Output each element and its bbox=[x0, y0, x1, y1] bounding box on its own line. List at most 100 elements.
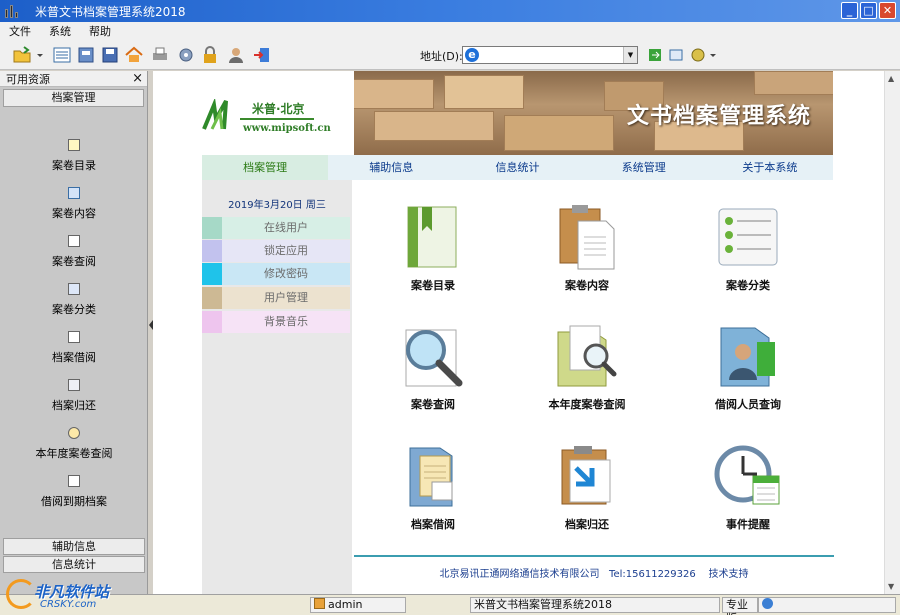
list-view-icon[interactable] bbox=[52, 45, 72, 65]
panel-close-icon[interactable]: × bbox=[132, 71, 143, 86]
resource-item-archive-return[interactable]: 档案归还 bbox=[0, 379, 148, 413]
resource-item-label: 案卷分类 bbox=[52, 303, 96, 316]
grid-item-label: 档案归还 bbox=[565, 518, 609, 531]
title-bar: 米普文书档案管理系统2018 _ □ ✕ bbox=[0, 0, 900, 22]
green-book-icon bbox=[407, 206, 457, 268]
archive-icon[interactable] bbox=[76, 45, 96, 65]
section-statistics[interactable]: 信息统计 bbox=[3, 556, 145, 573]
grid-item-label: 案卷查阅 bbox=[411, 398, 455, 411]
resource-item-case-category[interactable]: 案卷分类 bbox=[0, 283, 148, 317]
menu-system[interactable]: 系统 bbox=[40, 23, 80, 39]
grid-item-label: 案卷目录 bbox=[411, 279, 455, 292]
refresh-icon[interactable] bbox=[668, 47, 684, 63]
footer-divider bbox=[354, 555, 834, 557]
print-icon[interactable] bbox=[150, 45, 170, 65]
side-item-lock-app[interactable]: 锁定应用 bbox=[202, 240, 350, 262]
section-archive-management[interactable]: 档案管理 bbox=[3, 89, 144, 107]
grid-item-archive-borrow[interactable]: 档案借阅 bbox=[378, 442, 488, 532]
section-aux-info[interactable]: 辅助信息 bbox=[3, 538, 145, 555]
maximize-button[interactable]: □ bbox=[860, 2, 877, 19]
go-icon[interactable] bbox=[648, 48, 662, 62]
close-button[interactable]: ✕ bbox=[879, 2, 896, 19]
folder-person-icon bbox=[720, 327, 775, 387]
top-nav: 档案管理 辅助信息 信息统计 系统管理 关于本系统 bbox=[202, 155, 833, 180]
nav-system-management[interactable]: 系统管理 bbox=[581, 155, 707, 180]
main-content: 米普·北京 www.mipsoft.cn 文书档案管理系统 档案管理 辅助信息 … bbox=[153, 71, 884, 594]
resource-item-label: 本年度案卷查阅 bbox=[35, 447, 113, 460]
user-icon[interactable] bbox=[226, 45, 246, 65]
clipboard-return-icon bbox=[561, 446, 611, 505]
side-item-label: 修改密码 bbox=[264, 267, 308, 280]
grid-item-label: 本年度案卷查阅 bbox=[548, 398, 626, 411]
checklist-icon bbox=[718, 208, 778, 266]
resource-item-label: 档案归还 bbox=[52, 399, 96, 412]
folder-borrow-icon bbox=[409, 447, 453, 507]
home-icon[interactable] bbox=[124, 45, 144, 65]
favorites-icon[interactable] bbox=[690, 47, 706, 63]
resource-item-case-catalog[interactable]: 案卷目录 bbox=[0, 139, 148, 173]
side-item-online-users[interactable]: 在线用户 bbox=[202, 217, 350, 239]
menu-help[interactable]: 帮助 bbox=[80, 23, 120, 39]
grid-item-case-lookup[interactable]: 案卷查阅 bbox=[378, 322, 488, 412]
grid-item-case-catalog[interactable]: 案卷目录 bbox=[378, 203, 488, 293]
side-item-label: 锁定应用 bbox=[264, 244, 308, 257]
content-scrollbar[interactable]: ▲ ▼ bbox=[884, 71, 900, 594]
grid-item-label: 案卷内容 bbox=[565, 279, 609, 292]
address-dropdown-icon[interactable]: ▼ bbox=[623, 47, 637, 63]
status-user: admin bbox=[310, 597, 406, 613]
folder-open-icon[interactable] bbox=[12, 45, 32, 65]
grid-item-case-content[interactable]: 案卷内容 bbox=[532, 203, 642, 293]
resource-panel-title: 可用资源 bbox=[6, 72, 50, 86]
resource-item-label: 借阅到期档案 bbox=[41, 495, 107, 508]
nav-archive-management[interactable]: 档案管理 bbox=[202, 155, 329, 180]
watermark-url: CRSKY.com bbox=[40, 599, 97, 610]
side-item-user-management[interactable]: 用户管理 bbox=[202, 287, 350, 309]
grid-item-event-reminder[interactable]: 事件提醒 bbox=[693, 442, 803, 532]
minimize-button[interactable]: _ bbox=[841, 2, 858, 19]
lock-icon[interactable] bbox=[200, 45, 220, 65]
save-icon[interactable] bbox=[100, 45, 120, 65]
grid-item-case-category[interactable]: 案卷分类 bbox=[693, 203, 803, 293]
menu-bar: 文件 系统 帮助 bbox=[0, 22, 900, 40]
scroll-down-icon[interactable]: ▼ bbox=[888, 582, 894, 591]
nav-about[interactable]: 关于本系统 bbox=[707, 155, 833, 180]
grid-item-label: 事件提醒 bbox=[726, 518, 770, 531]
address-input[interactable]: e ▼ bbox=[462, 46, 638, 64]
grid-item-year-lookup[interactable]: 本年度案卷查阅 bbox=[532, 322, 642, 412]
doc-due-icon bbox=[68, 475, 80, 487]
resource-item-case-lookup[interactable]: 案卷查阅 bbox=[0, 235, 148, 269]
grid-icon bbox=[68, 187, 80, 199]
clock-calendar-icon bbox=[714, 445, 780, 505]
watermark-logo: 非凡软件站 CRSKY.com bbox=[4, 573, 144, 613]
current-date: 2019年3月20日 周三 bbox=[228, 200, 326, 211]
resource-item-year-lookup[interactable]: 本年度案卷查阅 bbox=[0, 427, 148, 461]
resource-item-archive-borrow[interactable]: 档案借阅 bbox=[0, 331, 148, 365]
side-item-change-password[interactable]: 修改密码 bbox=[202, 263, 350, 285]
user-status-icon bbox=[314, 598, 325, 609]
nav-statistics[interactable]: 信息统计 bbox=[454, 155, 580, 180]
grid-item-archive-return[interactable]: 档案归还 bbox=[532, 442, 642, 532]
resource-list: 案卷目录 案卷内容 案卷查阅 案卷分类 档案借阅 档案归还 本年度案卷查阅 借阅… bbox=[0, 109, 148, 573]
side-item-chip bbox=[202, 263, 222, 285]
resource-item-due-archives[interactable]: 借阅到期档案 bbox=[0, 475, 148, 509]
doc-return-icon bbox=[68, 379, 80, 391]
clipboard-doc-icon bbox=[559, 205, 615, 270]
nav-aux-info[interactable]: 辅助信息 bbox=[328, 155, 454, 180]
status-user-name: admin bbox=[328, 598, 363, 611]
settings-icon[interactable] bbox=[176, 45, 196, 65]
scroll-up-icon[interactable]: ▲ bbox=[888, 74, 894, 83]
menu-file[interactable]: 文件 bbox=[0, 23, 40, 39]
grid-item-label: 案卷分类 bbox=[726, 279, 770, 292]
resource-item-label: 案卷内容 bbox=[52, 207, 96, 220]
doc-blue-icon bbox=[68, 283, 80, 295]
resource-item-case-content[interactable]: 案卷内容 bbox=[0, 187, 148, 221]
globe-icon bbox=[762, 598, 773, 609]
resource-item-label: 案卷查阅 bbox=[52, 255, 96, 268]
dropdown-arrow-icon[interactable] bbox=[36, 45, 44, 65]
company-logo: 米普·北京 www.mipsoft.cn bbox=[202, 71, 354, 155]
grid-item-borrower-lookup[interactable]: 借阅人员查询 bbox=[693, 322, 803, 412]
side-item-background-music[interactable]: 背景音乐 bbox=[202, 311, 350, 333]
favorites-dropdown-icon[interactable] bbox=[709, 45, 717, 65]
exit-icon[interactable] bbox=[252, 45, 272, 65]
logo-underline bbox=[240, 118, 314, 120]
